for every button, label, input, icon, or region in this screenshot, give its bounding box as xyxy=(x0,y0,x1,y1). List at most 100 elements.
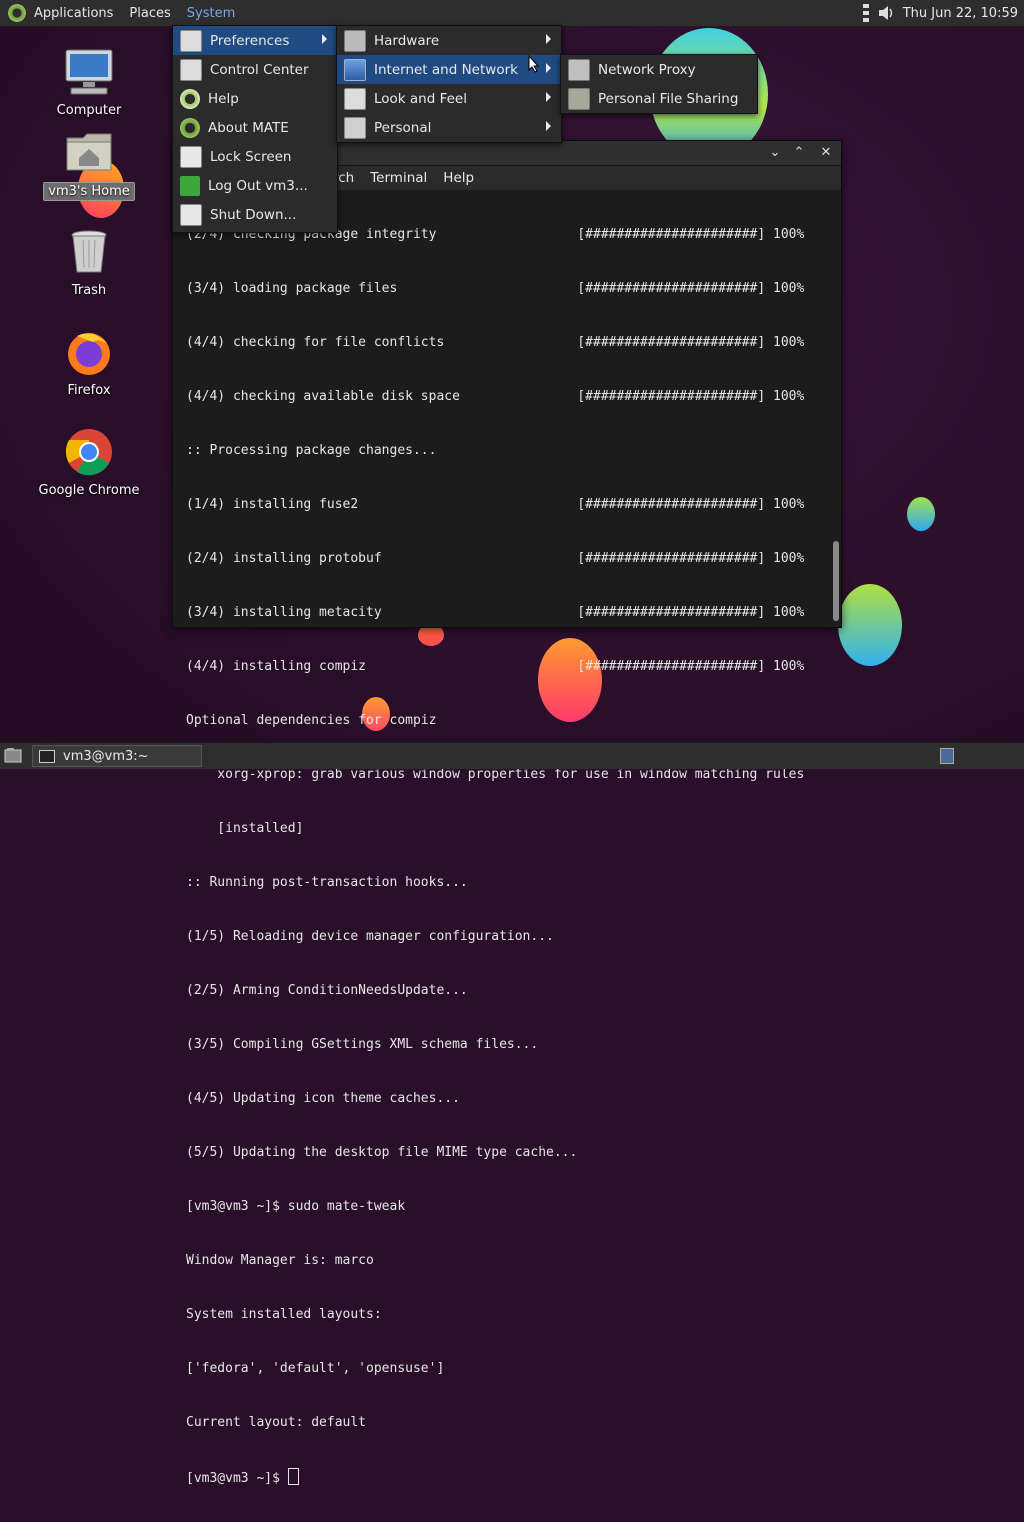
terminal-scrollbar[interactable] xyxy=(833,541,839,621)
computer-icon xyxy=(65,49,113,95)
workspace-switcher[interactable] xyxy=(940,748,954,764)
menu-item-network-proxy[interactable]: Network Proxy xyxy=(561,55,757,84)
menu-terminal[interactable]: Terminal xyxy=(362,170,435,186)
terminal-line: (1/4) installing fuse2 [################… xyxy=(186,497,805,512)
terminal-output[interactable]: (2/4) checking package integrity [######… xyxy=(186,190,826,1522)
menu-item-label: Network Proxy xyxy=(598,61,696,78)
folder-share-icon xyxy=(568,87,590,110)
desktop-icon-label: Trash xyxy=(71,283,107,298)
terminal-line: (4/4) checking for file conflicts [#####… xyxy=(186,335,805,350)
taskbar-button-label: vm3@vm3:~ xyxy=(63,748,149,764)
menu-item-personal[interactable]: Personal xyxy=(337,113,561,142)
menu-item-label: Personal xyxy=(374,119,432,136)
terminal-line: Window Manager is: marco xyxy=(186,1253,374,1268)
personal-icon xyxy=(344,116,366,139)
menu-item-lock-screen[interactable]: Lock Screen xyxy=(173,142,337,171)
menu-item-label: About MATE xyxy=(208,119,289,136)
terminal-line: :: Running post-transaction hooks... xyxy=(186,875,468,890)
desktop-icon-computer[interactable]: Computer xyxy=(34,46,144,119)
submenu-arrow-icon xyxy=(546,92,551,102)
wallpaper-bubble xyxy=(838,584,902,666)
lock-screen-icon xyxy=(180,145,202,168)
mate-logo-icon[interactable] xyxy=(8,4,26,22)
menu-item-help[interactable]: Help xyxy=(173,84,337,113)
preferences-icon xyxy=(180,29,202,52)
menu-item-label: Hardware xyxy=(374,32,440,49)
mate-about-icon xyxy=(180,117,200,138)
desktop-icon-label: Google Chrome xyxy=(38,483,140,498)
submenu-arrow-icon xyxy=(546,34,551,44)
menu-item-log-out[interactable]: Log Out vm3... xyxy=(173,171,337,200)
system-menu[interactable]: System xyxy=(179,0,243,26)
menu-item-personal-file-sharing[interactable]: Personal File Sharing xyxy=(561,84,757,113)
minimize-icon[interactable]: ⌄ xyxy=(767,145,783,161)
menu-item-label: Help xyxy=(208,90,239,107)
terminal-line: (4/4) installing compiz [###############… xyxy=(186,659,805,674)
menu-item-label: Look and Feel xyxy=(374,90,467,107)
shut-down-icon xyxy=(180,203,202,226)
terminal-prompt: [vm3@vm3 ~]$ xyxy=(186,1471,288,1486)
menu-item-shut-down[interactable]: Shut Down... xyxy=(173,200,337,229)
mouse-pointer-icon xyxy=(528,55,540,73)
terminal-line: (5/5) Updating the desktop file MIME typ… xyxy=(186,1145,578,1160)
desktop-icon-label: Computer xyxy=(56,103,122,118)
close-icon[interactable]: ✕ xyxy=(818,145,834,161)
terminal-line: [vm3@vm3 ~]$ sudo mate-tweak xyxy=(186,1199,406,1214)
terminal-line: (4/4) checking available disk space [###… xyxy=(186,389,805,404)
places-menu[interactable]: Places xyxy=(121,0,178,26)
menu-item-hardware[interactable]: Hardware xyxy=(337,26,561,55)
top-panel: Applications Places System Thu Jun 22, 1… xyxy=(0,0,1024,27)
desktop-icon-chrome[interactable]: Google Chrome xyxy=(34,426,144,499)
menu-item-control-center[interactable]: Control Center xyxy=(173,55,337,84)
system-tray: Thu Jun 22, 10:59 xyxy=(862,0,1018,26)
internet-network-submenu: Network Proxy Personal File Sharing xyxy=(560,54,758,114)
home-folder-icon xyxy=(66,133,112,171)
chrome-icon xyxy=(65,429,112,476)
terminal-line: Current layout: default xyxy=(186,1415,367,1430)
clock[interactable]: Thu Jun 22, 10:59 xyxy=(903,6,1018,21)
terminal-line: Optional dependencies for compiz xyxy=(186,713,437,728)
desktop-icon-home[interactable]: vm3's Home xyxy=(34,126,144,201)
network-status-icon[interactable] xyxy=(862,4,869,22)
taskbar-terminal-button[interactable]: vm3@vm3:~ xyxy=(32,745,202,767)
control-center-icon xyxy=(180,58,202,81)
menu-help[interactable]: Help xyxy=(435,170,482,186)
network-icon xyxy=(344,58,366,81)
show-desktop-icon[interactable] xyxy=(4,747,22,763)
menu-item-label: Lock Screen xyxy=(210,148,292,165)
terminal-line: (3/4) installing metacity [#############… xyxy=(186,605,805,620)
menu-item-preferences[interactable]: Preferences xyxy=(173,26,337,55)
terminal-line: ['fedora', 'default', 'opensuse'] xyxy=(186,1361,445,1376)
help-icon xyxy=(180,88,200,109)
terminal-line: :: Processing package changes... xyxy=(186,443,437,458)
desktop-icon-trash[interactable]: Trash xyxy=(34,226,144,299)
system-dropdown-menu: Preferences Control Center Help About MA… xyxy=(172,25,338,233)
trash-icon xyxy=(71,230,107,273)
wallpaper-bubble xyxy=(907,497,935,531)
terminal-line: System installed layouts: xyxy=(186,1307,382,1322)
menu-item-about-mate[interactable]: About MATE xyxy=(173,113,337,142)
maximize-icon[interactable]: ⌃ xyxy=(791,145,807,161)
submenu-arrow-icon xyxy=(322,34,327,44)
volume-icon[interactable] xyxy=(877,4,895,22)
terminal-line: (1/5) Reloading device manager configura… xyxy=(186,929,554,944)
bottom-panel: vm3@vm3:~ xyxy=(0,742,1024,769)
menu-item-label: Shut Down... xyxy=(210,206,297,223)
preferences-submenu: Hardware Internet and Network Look and F… xyxy=(336,25,562,143)
terminal-line: (2/5) Arming ConditionNeedsUpdate... xyxy=(186,983,468,998)
desktop-icon-firefox[interactable]: Firefox xyxy=(34,326,144,399)
terminal-line: (2/4) installing protobuf [#############… xyxy=(186,551,805,566)
desktop-icon-label: Firefox xyxy=(67,383,111,398)
menu-item-label: Preferences xyxy=(210,32,290,49)
submenu-arrow-icon xyxy=(546,121,551,131)
terminal-line: (3/5) Compiling GSettings XML schema fil… xyxy=(186,1037,539,1052)
text-cursor xyxy=(287,1468,299,1485)
terminal-line: (3/4) loading package files [###########… xyxy=(186,281,805,296)
look-and-feel-icon xyxy=(344,87,366,110)
applications-menu[interactable]: Applications xyxy=(26,0,121,26)
terminal-prompt-line: [vm3@vm3 ~]$ xyxy=(186,1468,826,1486)
hardware-icon xyxy=(344,29,366,52)
menu-item-look-and-feel[interactable]: Look and Feel xyxy=(337,84,561,113)
submenu-arrow-icon xyxy=(546,63,551,73)
menu-item-label: Personal File Sharing xyxy=(598,90,739,107)
